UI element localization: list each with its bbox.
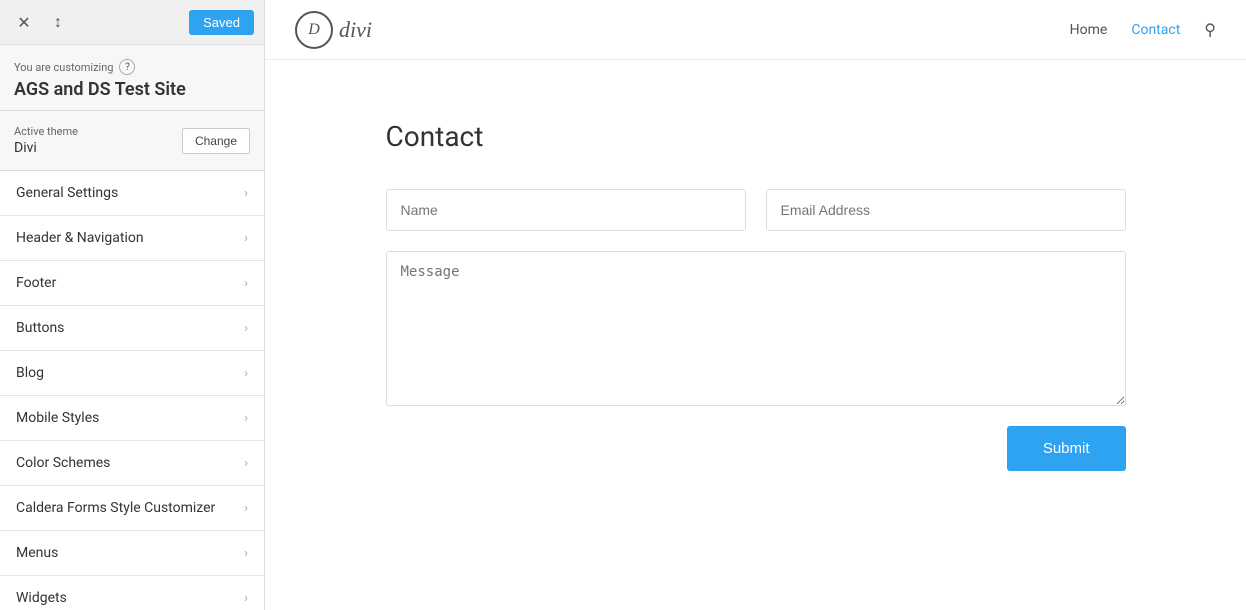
menu-item-label: Color Schemes <box>16 455 110 471</box>
menu-item-label: Footer <box>16 275 56 291</box>
name-input[interactable] <box>386 189 746 231</box>
menu-item-label: General Settings <box>16 185 118 201</box>
email-input[interactable] <box>766 189 1126 231</box>
chevron-right-icon: › <box>244 546 248 561</box>
chevron-right-icon: › <box>244 591 248 606</box>
chevron-right-icon: › <box>244 276 248 291</box>
logo-area: D divi <box>295 11 372 49</box>
site-name: AGS and DS Test Site <box>14 79 250 100</box>
sidebar-item-mobile-styles[interactable]: Mobile Styles › <box>0 396 264 441</box>
sidebar-item-caldera-forms[interactable]: Caldera Forms Style Customizer › <box>0 486 264 531</box>
chevron-right-icon: › <box>244 456 248 471</box>
menu-item-label: Header & Navigation <box>16 230 144 246</box>
change-theme-button[interactable]: Change <box>182 128 250 154</box>
page-title: Contact <box>386 120 1126 153</box>
logo-circle: D <box>295 11 333 49</box>
close-icon[interactable]: ✕ <box>10 8 38 36</box>
menu-item-label: Menus <box>16 545 58 561</box>
preview-content: Contact Submit <box>306 60 1206 531</box>
menu-item-label: Widgets <box>16 590 67 606</box>
preview-panel: D divi Home Contact ⚲ Contact Submit <box>265 0 1246 610</box>
menu-item-label: Mobile Styles <box>16 410 99 426</box>
chevron-right-icon: › <box>244 411 248 426</box>
sidebar-item-blog[interactable]: Blog › <box>0 351 264 396</box>
chevron-right-icon: › <box>244 501 248 516</box>
help-icon[interactable]: ? <box>119 59 135 75</box>
sidebar-item-menus[interactable]: Menus › <box>0 531 264 576</box>
nav-contact[interactable]: Contact <box>1131 22 1180 38</box>
chevron-right-icon: › <box>244 321 248 336</box>
theme-section: Active theme Divi Change <box>0 111 264 171</box>
sidebar-item-widgets[interactable]: Widgets › <box>0 576 264 610</box>
sidebar-item-buttons[interactable]: Buttons › <box>0 306 264 351</box>
customizing-label: You are customizing ? <box>14 59 250 75</box>
sidebar-item-header-navigation[interactable]: Header & Navigation › <box>0 216 264 261</box>
submit-row: Submit <box>386 426 1126 471</box>
sidebar-item-color-schemes[interactable]: Color Schemes › <box>0 441 264 486</box>
sidebar-item-general-settings[interactable]: General Settings › <box>0 171 264 216</box>
sidebar-info: You are customizing ? AGS and DS Test Si… <box>0 45 264 111</box>
search-icon[interactable]: ⚲ <box>1204 20 1216 39</box>
active-theme-label: Active theme <box>14 125 78 138</box>
menu-item-label: Blog <box>16 365 44 381</box>
saved-button[interactable]: Saved <box>189 10 254 35</box>
preview-header: D divi Home Contact ⚲ <box>265 0 1246 60</box>
form-name-email-row <box>386 189 1126 231</box>
chevron-right-icon: › <box>244 366 248 381</box>
sidebar-menu: General Settings › Header & Navigation ›… <box>0 171 264 610</box>
sidebar-item-footer[interactable]: Footer › <box>0 261 264 306</box>
theme-info: Active theme Divi <box>14 125 78 156</box>
theme-name: Divi <box>14 140 78 156</box>
nav-links: Home Contact ⚲ <box>1070 20 1216 39</box>
logo-text: divi <box>339 17 372 43</box>
sidebar: ✕ ↕ Saved You are customizing ? AGS and … <box>0 0 265 610</box>
submit-button[interactable]: Submit <box>1007 426 1126 471</box>
menu-item-label: Caldera Forms Style Customizer <box>16 500 215 516</box>
nav-home[interactable]: Home <box>1070 22 1108 38</box>
chevron-right-icon: › <box>244 231 248 246</box>
message-textarea[interactable] <box>386 251 1126 406</box>
sidebar-topbar: ✕ ↕ Saved <box>0 0 264 45</box>
reorder-icon[interactable]: ↕ <box>44 8 72 36</box>
chevron-right-icon: › <box>244 186 248 201</box>
menu-item-label: Buttons <box>16 320 64 336</box>
